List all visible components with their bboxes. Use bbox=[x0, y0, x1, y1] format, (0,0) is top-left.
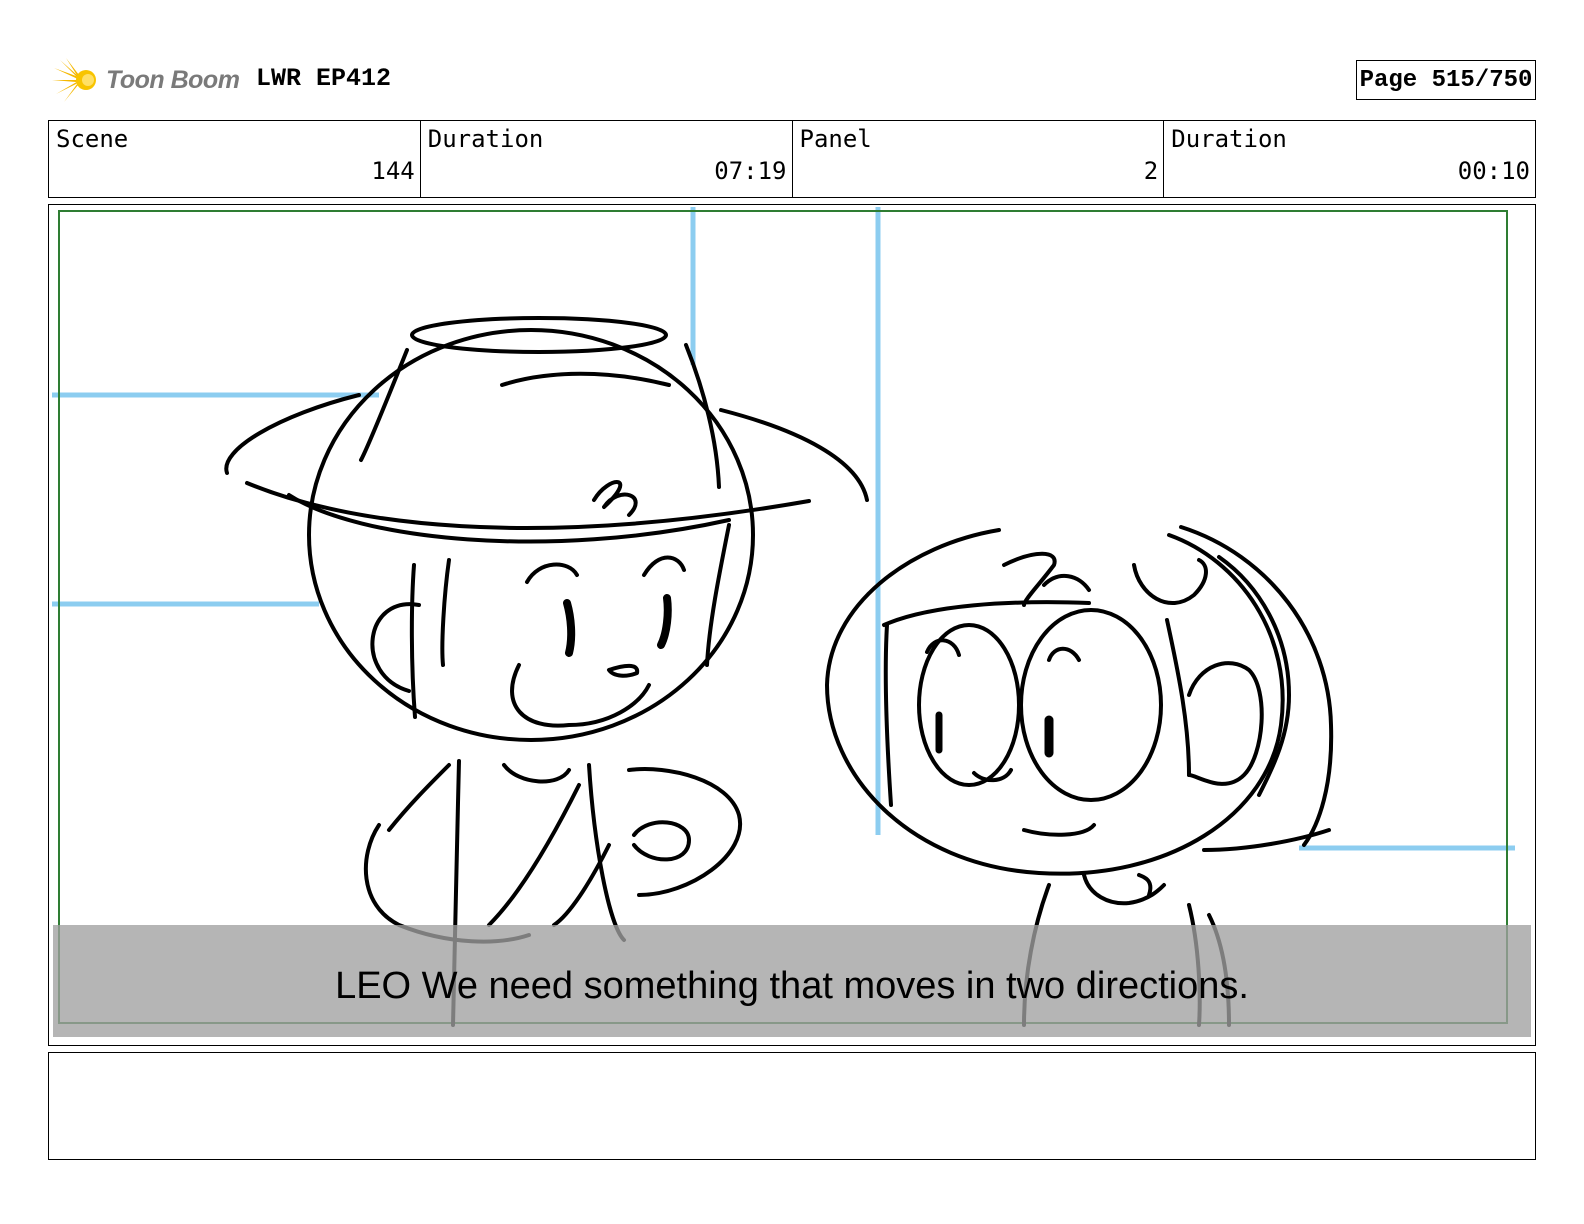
dialogue-caption: LEO We need something that moves in two … bbox=[335, 964, 1249, 1007]
starburst-icon bbox=[52, 58, 96, 102]
logo-text: Toon Boom bbox=[106, 65, 240, 94]
panel-info-row: Scene 144 Duration 07:19 Panel 2 Duratio… bbox=[48, 120, 1536, 198]
scene-duration-cell: Duration 07:19 bbox=[419, 121, 792, 197]
panel-duration-cell: Duration 00:10 bbox=[1163, 121, 1535, 197]
safe-frame bbox=[58, 210, 1508, 1024]
panel-duration-label: Duration bbox=[1171, 125, 1287, 153]
toon-boom-logo: Toon Boom bbox=[50, 52, 240, 108]
project-title: LWR EP412 bbox=[256, 64, 392, 93]
notes-box[interactable] bbox=[48, 1052, 1536, 1160]
storyboard-panel: LEO We need something that moves in two … bbox=[48, 204, 1536, 1046]
layout-guides bbox=[52, 207, 1515, 851]
panel-cell: Panel 2 bbox=[791, 121, 1164, 197]
panel-duration-value: 00:10 bbox=[1457, 157, 1530, 185]
leo-sketch bbox=[224, 316, 869, 1027]
panel-sketch bbox=[52, 207, 1515, 1027]
panel-label: Panel bbox=[799, 125, 872, 153]
scene-duration-label: Duration bbox=[427, 125, 544, 153]
scene-label: Scene bbox=[56, 125, 129, 153]
page-indicator: Page 515/750 bbox=[1356, 60, 1536, 100]
panel-value: 2 bbox=[1143, 157, 1159, 185]
scene-cell: Scene 144 bbox=[49, 121, 420, 197]
dialogue-caption-bar: LEO We need something that moves in two … bbox=[53, 925, 1531, 1037]
scene-value: 144 bbox=[371, 157, 415, 185]
scene-duration-value: 07:19 bbox=[714, 157, 787, 185]
